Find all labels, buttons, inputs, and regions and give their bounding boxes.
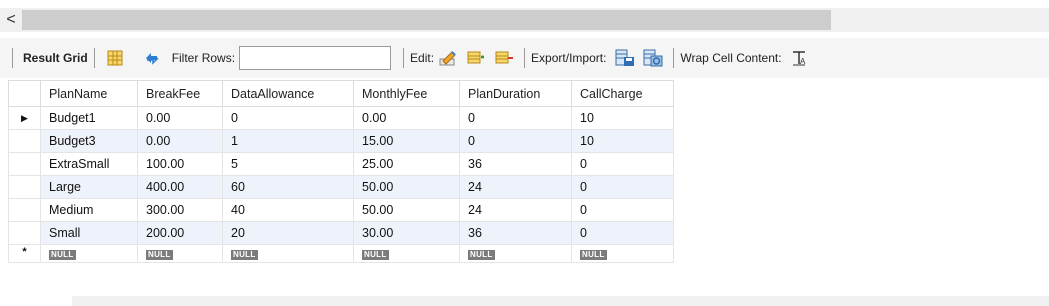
table-row[interactable]: Small 200.00 20 30.00 36 0	[8, 221, 674, 245]
table-cell[interactable]: Small	[40, 221, 138, 245]
table-cell[interactable]: 50.00	[353, 198, 460, 222]
null-cell[interactable]: NULL	[353, 244, 460, 263]
edit-pencil-icon[interactable]	[437, 47, 459, 69]
wrap-cell-content-label: Wrap Cell Content:	[680, 51, 782, 65]
toolbar-separator	[403, 48, 405, 68]
table-cell[interactable]: 0	[222, 106, 354, 130]
table-cell[interactable]: 300.00	[137, 198, 223, 222]
table-cell[interactable]: 10	[571, 129, 674, 153]
grid-view-icon[interactable]	[104, 47, 126, 69]
row-header[interactable]	[8, 221, 41, 245]
new-row-marker-icon[interactable]: *	[8, 244, 41, 263]
table-cell[interactable]: 36	[459, 152, 572, 176]
header-row: PlanName BreakFee DataAllowance MonthlyF…	[8, 80, 674, 107]
table-cell[interactable]: 0	[571, 175, 674, 199]
wrap-text-icon[interactable]: A	[788, 47, 810, 69]
table-cell[interactable]: 15.00	[353, 129, 460, 153]
new-row[interactable]: * NULL NULL NULL NULL NULL NULL	[8, 244, 674, 263]
table-cell[interactable]: Medium	[40, 198, 138, 222]
table-cell[interactable]: 30.00	[353, 221, 460, 245]
import-icon[interactable]	[642, 47, 664, 69]
column-header[interactable]: PlanName	[40, 80, 138, 107]
table-cell[interactable]: 25.00	[353, 152, 460, 176]
bottom-panel-edge	[72, 296, 1049, 306]
top-horizontal-scrollbar[interactable]: <	[0, 8, 1049, 32]
table-cell[interactable]: 10	[571, 106, 674, 130]
table-cell[interactable]: Budget1	[40, 106, 138, 130]
table-cell[interactable]: 1	[222, 129, 354, 153]
result-grid-tab[interactable]: Result Grid	[23, 51, 88, 65]
table-cell[interactable]: 5	[222, 152, 354, 176]
null-cell[interactable]: NULL	[571, 244, 674, 263]
table-row[interactable]: ▶ Budget1 0.00 0 0.00 0 10	[8, 106, 674, 130]
row-header[interactable]	[8, 198, 41, 222]
table-cell[interactable]: 50.00	[353, 175, 460, 199]
null-badge: NULL	[146, 250, 173, 260]
table-cell[interactable]: 0.00	[137, 106, 223, 130]
null-badge: NULL	[49, 250, 76, 260]
refresh-icon[interactable]	[141, 47, 163, 69]
row-header[interactable]	[8, 152, 41, 176]
table-row[interactable]: Medium 300.00 40 50.00 24 0	[8, 198, 674, 222]
table-cell[interactable]: 0	[571, 198, 674, 222]
column-header[interactable]: CallCharge	[571, 80, 674, 107]
column-header[interactable]: BreakFee	[137, 80, 223, 107]
table-row[interactable]: Budget3 0.00 1 15.00 0 10	[8, 129, 674, 153]
toolbar-separator	[673, 48, 675, 68]
null-badge: NULL	[580, 250, 607, 260]
toolbar-separator	[93, 48, 95, 68]
table-cell[interactable]: 0	[459, 129, 572, 153]
column-header[interactable]: DataAllowance	[222, 80, 354, 107]
toolbar-separator	[524, 48, 526, 68]
table-cell[interactable]: 100.00	[137, 152, 223, 176]
null-cell[interactable]: NULL	[222, 244, 354, 263]
filter-rows-input[interactable]	[239, 46, 392, 70]
table-cell[interactable]: 20	[222, 221, 354, 245]
row-header-corner	[8, 80, 41, 107]
current-row-marker-icon[interactable]: ▶	[8, 106, 41, 130]
table-cell[interactable]: 60	[222, 175, 354, 199]
table-cell[interactable]: 0.00	[353, 106, 460, 130]
row-header[interactable]	[8, 175, 41, 199]
table-cell[interactable]: 0	[571, 221, 674, 245]
table-row[interactable]: Large 400.00 60 50.00 24 0	[8, 175, 674, 199]
null-badge: NULL	[468, 250, 495, 260]
toolbar-separator	[12, 48, 13, 68]
table-cell[interactable]: 0	[459, 106, 572, 130]
table-cell[interactable]: 24	[459, 175, 572, 199]
edit-label: Edit:	[410, 51, 435, 65]
table-cell[interactable]: 400.00	[137, 175, 223, 199]
table-cell[interactable]: Large	[40, 175, 138, 199]
table-cell[interactable]: 200.00	[137, 221, 223, 245]
null-badge: NULL	[362, 250, 389, 260]
delete-row-icon[interactable]	[493, 47, 515, 69]
row-header[interactable]	[8, 129, 41, 153]
result-toolbar: Result Grid Filter Rows: Edit: Export/Im…	[0, 38, 1049, 78]
table-cell[interactable]: 36	[459, 221, 572, 245]
column-header[interactable]: PlanDuration	[459, 80, 572, 107]
null-cell[interactable]: NULL	[40, 244, 138, 263]
table-cell[interactable]: Budget3	[40, 129, 138, 153]
table-cell[interactable]: 40	[222, 198, 354, 222]
scroll-left-arrow-icon[interactable]: <	[0, 8, 22, 32]
export-import-label: Export/Import:	[531, 51, 607, 65]
column-header[interactable]: MonthlyFee	[353, 80, 460, 107]
null-cell[interactable]: NULL	[137, 244, 223, 263]
table-cell[interactable]: 24	[459, 198, 572, 222]
filter-rows-label: Filter Rows:	[171, 51, 236, 65]
result-grid: PlanName BreakFee DataAllowance MonthlyF…	[8, 80, 674, 263]
table-cell[interactable]: ExtraSmall	[40, 152, 138, 176]
table-row[interactable]: ExtraSmall 100.00 5 25.00 36 0	[8, 152, 674, 176]
null-cell[interactable]: NULL	[459, 244, 572, 263]
result-table: PlanName BreakFee DataAllowance MonthlyF…	[8, 80, 674, 263]
add-row-icon[interactable]	[465, 47, 487, 69]
table-cell[interactable]: 0.00	[137, 129, 223, 153]
scrollbar-thumb[interactable]	[22, 10, 831, 30]
table-cell[interactable]: 0	[571, 152, 674, 176]
export-icon[interactable]	[614, 47, 636, 69]
null-badge: NULL	[231, 250, 258, 260]
